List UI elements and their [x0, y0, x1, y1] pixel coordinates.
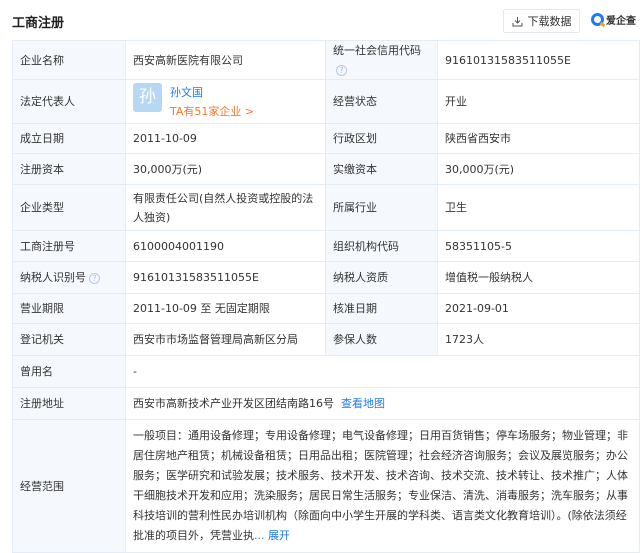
label: 营业期限	[12, 293, 126, 324]
section-title: 工商注册	[12, 16, 65, 31]
table-row: 注册地址 西安市高新技术产业开发区团结南路16号 查看地图	[12, 387, 640, 420]
label: 参保人数	[325, 323, 438, 356]
help-icon[interactable]: ?	[336, 64, 347, 76]
value: 6100004001190	[125, 230, 326, 262]
value: 有限责任公司(自然人投资或控股的法人独资)	[125, 184, 326, 231]
table-row: 成立日期 2011-10-09 行政区划 陕西省西安市	[12, 123, 640, 154]
value: 卫生	[437, 184, 640, 231]
label: 经营范围	[12, 419, 126, 553]
value: 30,000万(元)	[437, 153, 640, 185]
registration-table: 企业名称 西安高新医院有限公司 统一社会信用代码? 9161013158351105…	[12, 40, 640, 553]
table-row: 纳税人识别号? 91610131583511055E 纳税人资质 增值税一般纳税人	[12, 261, 640, 294]
label: 纳税人识别号?	[12, 261, 126, 294]
value: 58351105-5	[437, 230, 640, 262]
view-map-link[interactable]: 查看地图	[341, 397, 385, 410]
value: 1723人	[437, 323, 640, 356]
avatar: 孙	[133, 82, 162, 112]
label: 注册资本	[12, 153, 126, 185]
expand-link[interactable]: ... 展开	[254, 529, 290, 542]
table-row: 企业类型 有限责任公司(自然人投资或控股的法人独资) 所属行业 卫生	[12, 184, 640, 231]
label: 核准日期	[325, 293, 438, 324]
label: 行政区划	[325, 123, 438, 154]
value: -	[125, 355, 640, 388]
business-scope: 一般项目：通用设备修理；专用设备修理；电气设备修理；日用百货销售；停车场服务；物…	[125, 419, 640, 553]
value: 陕西省西安市	[437, 123, 640, 154]
download-label: 下载数据	[527, 15, 572, 28]
help-icon[interactable]: ?	[89, 272, 100, 284]
table-row: 法定代表人 孙 孙文国 TA有51家企业 > 经营状态 开业	[12, 79, 640, 124]
label: 企业名称	[12, 40, 126, 80]
brand-logo: 爱企查	[591, 12, 636, 27]
table-row: 营业期限 2011-10-09 至 无固定期限 核准日期 2021-09-01	[12, 293, 640, 324]
value: 西安市市场监督管理局高新区分局	[125, 323, 326, 356]
label: 企业类型	[12, 184, 126, 231]
table-row: 注册资本 30,000万(元) 实缴资本 30,000万(元)	[12, 153, 640, 185]
label: 法定代表人	[12, 79, 126, 124]
download-icon	[512, 16, 522, 26]
label: 经营状态	[325, 79, 438, 124]
label: 纳税人资质	[325, 261, 438, 294]
value: 2021-09-01	[437, 293, 640, 324]
legal-rep: 孙 孙文国 TA有51家企业 >	[125, 79, 326, 124]
label: 所属行业	[325, 184, 438, 231]
address: 西安市高新技术产业开发区团结南路16号 查看地图	[125, 387, 640, 420]
label: 登记机关	[12, 323, 126, 356]
label: 统一社会信用代码?	[325, 40, 438, 80]
value: 2011-10-09	[125, 123, 326, 154]
value: 91610131583511055E	[437, 40, 640, 80]
table-row: 企业名称 西安高新医院有限公司 统一社会信用代码? 9161013158351105…	[12, 40, 640, 80]
value: 开业	[437, 79, 640, 124]
table-row: 经营范围 一般项目：通用设备修理；专用设备修理；电气设备修理；日用百货销售；停车场…	[12, 419, 640, 553]
label: 组织机构代码	[325, 230, 438, 262]
table-row: 登记机关 西安市市场监督管理局高新区分局 参保人数 1723人	[12, 323, 640, 356]
label: 工商注册号	[12, 230, 126, 262]
value: 2011-10-09 至 无固定期限	[125, 293, 326, 324]
value: 增值税一般纳税人	[437, 261, 640, 294]
table-row: 工商注册号 6100004001190 组织机构代码 58351105-5	[12, 230, 640, 262]
label: 曾用名	[12, 355, 126, 388]
brand-icon	[591, 13, 604, 26]
value: 91610131583511055E	[125, 261, 326, 294]
company-name: 西安高新医院有限公司	[125, 40, 326, 80]
value: 30,000万(元)	[125, 153, 326, 185]
label: 成立日期	[12, 123, 126, 154]
table-row: 曾用名 -	[12, 355, 640, 388]
download-data-button[interactable]: 下载数据	[503, 9, 580, 33]
label: 实缴资本	[325, 153, 438, 185]
label: 注册地址	[12, 387, 126, 420]
